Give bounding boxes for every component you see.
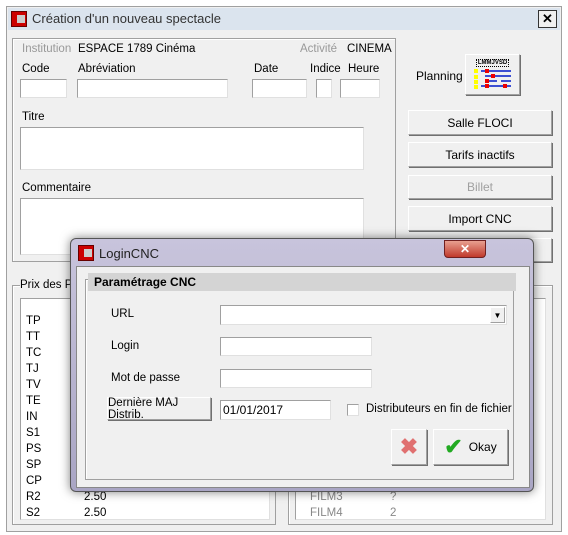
price-code: SP [26, 459, 42, 471]
salle-floci-button[interactable]: Salle FLOCI [408, 110, 552, 135]
password-label: Mot de passe [111, 372, 181, 384]
app-icon [11, 11, 27, 27]
abreviation-label: Abréviation [78, 63, 136, 75]
login-input[interactable] [220, 337, 372, 356]
tarifs-inactifs-button[interactable]: Tarifs inactifs [408, 142, 552, 167]
institution-value: ESPACE 1789 Cinéma [78, 43, 196, 55]
indice-label: Indice [310, 63, 341, 75]
titre-textarea[interactable] [20, 127, 364, 170]
planning-label: Planning [416, 69, 463, 83]
url-label: URL [111, 308, 135, 320]
planning-days: LMMJVSD [475, 59, 510, 67]
activite-value: CINEMA [347, 43, 392, 55]
login-cnc-dialog: LoginCNC ✕ Paramétrage CNC URL ▼ Login M… [70, 238, 534, 492]
price-code: S2 [26, 507, 41, 519]
planning-button[interactable]: LMMJVSD [465, 54, 520, 95]
billet-button[interactable]: Billet [408, 175, 552, 199]
check-icon: ✔ [444, 434, 463, 459]
import-cnc-button[interactable]: Import CNC [408, 206, 552, 231]
film-value: 2 [390, 507, 397, 519]
prices-group-label: Prix des Pl [20, 279, 75, 291]
title-bar: Création d'un nouveau spectacle ✕ [8, 8, 560, 30]
film-name: FILM4 [310, 507, 343, 519]
cancel-button[interactable]: ✖ [391, 429, 427, 465]
heure-label: Heure [348, 63, 380, 75]
price-value: 2.50 [84, 491, 107, 503]
price-code: TV [26, 379, 41, 391]
price-code: IN [26, 411, 38, 423]
dialog-close-button[interactable]: ✕ [444, 240, 486, 258]
cnc-group-header: Paramétrage CNC [88, 273, 516, 291]
url-combobox[interactable]: ▼ [220, 305, 507, 325]
titre-label: Titre [22, 111, 45, 123]
okay-button[interactable]: ✔ Okay [433, 429, 508, 465]
chevron-down-icon[interactable]: ▼ [490, 307, 505, 323]
price-code: TP [26, 315, 41, 327]
distributeurs-label: Distributeurs en fin de fichier [366, 403, 512, 415]
code-label: Code [22, 63, 50, 75]
film-value: ? [390, 491, 397, 503]
derniere-maj-button[interactable]: Dernière MAJ Distrib. [107, 397, 211, 421]
date-label: Date [254, 63, 279, 75]
film-row[interactable]: FILM4 2 [310, 507, 540, 519]
activite-label: Activité [300, 43, 338, 55]
abreviation-input[interactable] [77, 79, 228, 98]
price-code: S1 [26, 427, 41, 439]
close-button[interactable]: ✕ [538, 10, 557, 28]
code-input[interactable] [20, 79, 67, 98]
planning-icon [473, 69, 511, 89]
price-code: CP [26, 475, 42, 487]
institution-label: Institution [22, 43, 72, 55]
heure-input[interactable] [340, 79, 380, 98]
indice-input[interactable] [316, 79, 332, 98]
dialog-title: LoginCNC [99, 246, 159, 261]
price-code: TJ [26, 363, 39, 375]
price-row[interactable]: R2 2.50 [26, 491, 266, 503]
price-code: R2 [26, 491, 41, 503]
dialog-body: Paramétrage CNC URL ▼ Login Mot de passe… [76, 266, 530, 488]
film-name: FILM3 [310, 491, 343, 503]
price-code: TT [26, 331, 41, 343]
price-code: PS [26, 443, 42, 455]
window-title: Création d'un nouveau spectacle [32, 11, 221, 26]
cancel-x-icon: ✖ [399, 434, 419, 459]
price-code: TC [26, 347, 42, 359]
commentaire-label: Commentaire [22, 182, 92, 194]
okay-label: Okay [468, 440, 497, 454]
password-input[interactable] [220, 369, 372, 388]
date-input[interactable] [252, 79, 307, 98]
distributeurs-checkbox[interactable] [347, 404, 359, 416]
price-row[interactable]: S2 2.50 [26, 507, 266, 519]
price-code: TE [26, 395, 41, 407]
login-label: Login [111, 340, 140, 352]
price-value: 2.50 [84, 507, 107, 519]
maj-date-input[interactable]: 01/01/2017 [220, 400, 331, 420]
film-row[interactable]: FILM3? [310, 491, 540, 503]
dialog-app-icon [78, 245, 94, 261]
